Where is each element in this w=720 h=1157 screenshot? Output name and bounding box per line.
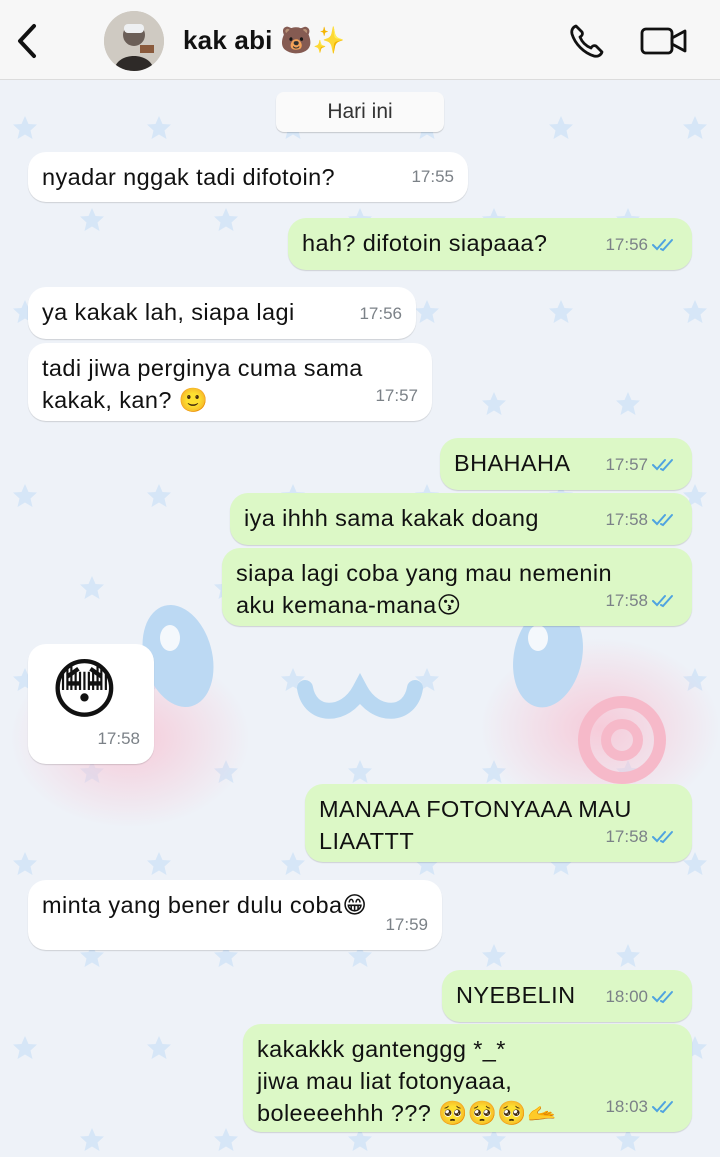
outgoing-message[interactable]: MANAAA FOTONYAAA MAU LIAATTT 17:58: [305, 784, 692, 862]
message-timestamp: 17:57: [375, 380, 418, 412]
avatar-photo: [104, 11, 164, 71]
video-call-button[interactable]: [640, 26, 688, 56]
wallpaper-star-icon: [482, 944, 506, 967]
outgoing-message[interactable]: hah? difotoin siapaaa? 17:56: [288, 218, 692, 270]
outgoing-message[interactable]: iya ihhh sama kakak doang 17:58: [230, 493, 692, 545]
video-camera-icon: [640, 27, 687, 55]
message-timestamp: 17:57: [605, 449, 678, 481]
wallpaper-star-icon: [147, 1036, 171, 1059]
wallpaper-star-icon: [281, 852, 305, 875]
message-timestamp: 18:00: [605, 981, 678, 1013]
wallpaper-star-icon: [13, 1036, 37, 1059]
wallpaper-star-icon: [616, 944, 640, 967]
timestamp-text: 17:57: [375, 386, 418, 405]
double-check-icon: [652, 1101, 673, 1114]
message-timestamp: 17:55: [411, 161, 454, 193]
back-button[interactable]: [12, 22, 42, 60]
message-timestamp: 18:03: [605, 1091, 678, 1123]
message-timestamp: 17:56: [605, 229, 678, 261]
outgoing-message[interactable]: kakakkk gantenggg *_* jiwa mau liat foto…: [243, 1024, 692, 1132]
wallpaper-star-icon: [683, 300, 707, 323]
timestamp-text: 17:56: [605, 235, 648, 254]
wallpaper-star-icon: [214, 208, 238, 231]
wallpaper-star-icon: [80, 208, 104, 231]
outgoing-message[interactable]: siapa lagi coba yang mau nemenin aku kem…: [222, 548, 692, 626]
message-text: ya kakak lah, siapa lagi: [42, 299, 295, 325]
message-timestamp: 17:58: [605, 585, 678, 617]
double-check-icon: [652, 595, 673, 608]
wallpaper-star-icon: [683, 116, 707, 139]
timestamp-text: 17:58: [97, 729, 140, 748]
wallpaper-star-icon: [80, 576, 104, 599]
wallpaper-star-icon: [13, 116, 37, 139]
timestamp-text: 17:57: [605, 455, 648, 474]
sticker-emoji: 😳: [50, 652, 120, 726]
message-timestamp: 17:56: [359, 298, 402, 330]
wallpaper-star-icon: [415, 300, 439, 323]
wallpaper-star-icon: [482, 392, 506, 415]
message-text: tadi jiwa perginya cuma sama kakak, kan?…: [42, 355, 363, 413]
wallpaper-star-icon: [214, 1128, 238, 1151]
message-timestamp: 17:58: [605, 504, 678, 536]
chat-header: kak abi 🐻✨: [0, 0, 720, 80]
incoming-message[interactable]: ya kakak lah, siapa lagi 17:56: [28, 287, 416, 339]
wallpaper-star-icon: [147, 484, 171, 507]
phone-icon: [570, 24, 604, 58]
outgoing-message[interactable]: NYEBELIN 18:00: [442, 970, 692, 1022]
timestamp-text: 17:58: [605, 591, 648, 610]
wallpaper-star-icon: [147, 116, 171, 139]
wallpaper-star-icon: [80, 1128, 104, 1151]
message-text: minta yang bener dulu coba😁: [42, 892, 368, 918]
chevron-left-icon: [18, 24, 36, 58]
message-timestamp: 17:58: [605, 821, 678, 853]
incoming-message[interactable]: nyadar nggak tadi difotoin? 17:55: [28, 152, 468, 202]
double-check-icon: [652, 239, 673, 252]
timestamp-text: 17:58: [605, 827, 648, 846]
incoming-message[interactable]: tadi jiwa perginya cuma sama kakak, kan?…: [28, 343, 432, 421]
message-timestamp: 17:59: [385, 909, 428, 941]
wallpaper-star-icon: [348, 760, 372, 783]
timestamp-text: 18:00: [605, 987, 648, 1006]
double-check-icon: [652, 831, 673, 844]
timestamp-text: 17:55: [411, 167, 454, 186]
incoming-message[interactable]: 😳 17:58: [28, 644, 154, 764]
timestamp-text: 17:56: [359, 304, 402, 323]
message-timestamp: 17:58: [97, 723, 140, 755]
double-check-icon: [652, 514, 673, 527]
contact-name[interactable]: kak abi 🐻✨: [183, 25, 345, 56]
wallpaper-star-icon: [549, 300, 573, 323]
wallpaper-star-icon: [616, 392, 640, 415]
message-text: nyadar nggak tadi difotoin?: [42, 164, 336, 190]
outgoing-message[interactable]: BHAHAHA 17:57: [440, 438, 692, 490]
double-check-icon: [652, 459, 673, 472]
incoming-message[interactable]: minta yang bener dulu coba😁 17:59: [28, 880, 442, 950]
date-separator: Hari ini: [276, 92, 444, 132]
timestamp-text: 18:03: [605, 1097, 648, 1116]
wallpaper-star-icon: [13, 484, 37, 507]
contact-avatar[interactable]: [104, 11, 164, 71]
wallpaper-star-icon: [147, 852, 171, 875]
wallpaper-star-icon: [549, 116, 573, 139]
timestamp-text: 17:59: [385, 915, 428, 934]
timestamp-text: 17:58: [605, 510, 648, 529]
wallpaper-star-icon: [13, 852, 37, 875]
voice-call-button[interactable]: [568, 22, 606, 60]
double-check-icon: [652, 991, 673, 1004]
